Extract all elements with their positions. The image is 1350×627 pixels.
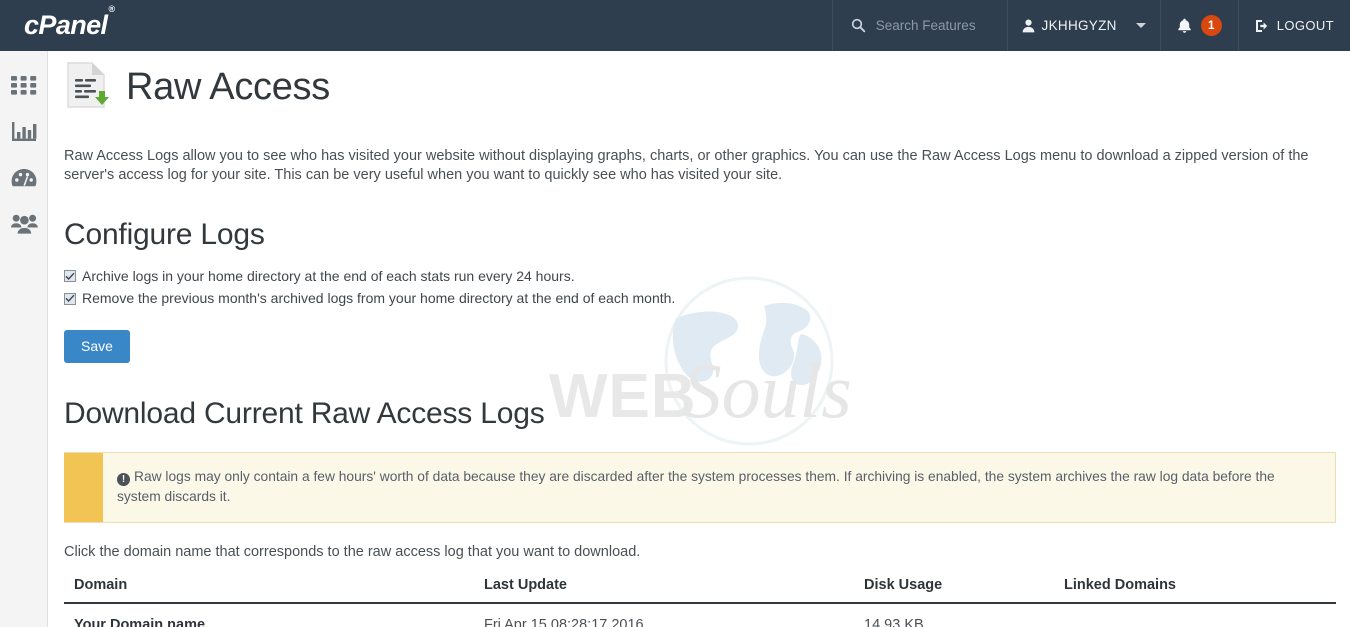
page-intro-text: Raw Access Logs allow you to see who has… bbox=[64, 148, 1309, 183]
column-header-domain: Domain bbox=[64, 576, 474, 604]
sidebar-item-home[interactable] bbox=[0, 65, 48, 111]
configure-logs-options: Archive logs in your home directory at t… bbox=[64, 265, 1336, 310]
search-icon bbox=[851, 18, 866, 33]
cell-last-update: Fri Apr 15 08:28:17 2016 bbox=[484, 616, 644, 627]
cell-linked-domains bbox=[1054, 603, 1336, 627]
download-logs-heading: Download Current Raw Access Logs bbox=[64, 396, 545, 430]
logout-icon bbox=[1255, 19, 1270, 33]
archive-logs-checkbox[interactable] bbox=[64, 270, 76, 283]
archive-logs-label: Archive logs in your home directory at t… bbox=[82, 268, 575, 285]
apps-grid-icon bbox=[11, 76, 37, 100]
notifications-menu[interactable]: 1 bbox=[1159, 0, 1238, 51]
raw-logs-warning-callout: ! Raw logs may only contain a few hours' … bbox=[64, 451, 1336, 523]
remove-previous-month-option-row[interactable]: Remove the previous month's archived log… bbox=[64, 287, 1336, 309]
warning-text: Raw logs may only contain a few hours' w… bbox=[117, 468, 1275, 504]
logo-text: cPanel bbox=[24, 10, 108, 40]
exclamation-circle-icon: ! bbox=[117, 472, 130, 486]
raw-access-document-download-icon bbox=[64, 61, 110, 114]
logo-registered-mark: ® bbox=[108, 4, 115, 14]
archive-logs-option-row[interactable]: Archive logs in your home directory at t… bbox=[64, 265, 1336, 287]
user-icon bbox=[1022, 19, 1035, 33]
main-content: WEBSouls Raw Access Raw Access Logs allo… bbox=[49, 51, 1350, 627]
user-menu[interactable]: JKHHGYZN bbox=[1006, 0, 1160, 51]
chevron-down-icon[interactable] bbox=[1135, 23, 1146, 28]
configure-logs-heading: Configure Logs bbox=[64, 218, 265, 252]
search-input[interactable]: Search Features bbox=[876, 18, 976, 33]
page-title: Raw Access bbox=[126, 66, 330, 108]
search-features-box[interactable]: Search Features bbox=[831, 0, 1007, 51]
cell-disk-usage: 14.93 KB bbox=[864, 616, 924, 627]
save-button[interactable]: Save bbox=[64, 329, 130, 363]
cpanel-logo[interactable]: cPanel® bbox=[0, 0, 832, 51]
notification-count-badge: 1 bbox=[1200, 15, 1222, 36]
logout-label: LOGOUT bbox=[1276, 18, 1334, 33]
column-header-last-update: Last Update bbox=[474, 576, 854, 604]
warning-accent-bar bbox=[64, 452, 103, 522]
remove-previous-month-checkbox[interactable] bbox=[64, 292, 76, 305]
sidebar-item-statistics[interactable] bbox=[0, 111, 48, 157]
logout-button[interactable]: LOGOUT bbox=[1237, 0, 1350, 51]
cell-domain-name[interactable]: Your Domain name bbox=[64, 603, 474, 627]
users-icon bbox=[10, 213, 38, 239]
sidebar-item-user-manager[interactable] bbox=[0, 203, 48, 249]
table-row[interactable]: Your Domain name Fri Apr 15 08:28:17 201… bbox=[64, 603, 1336, 627]
raw-access-logs-table: Domain Last Update Disk Usage Linked Dom… bbox=[64, 576, 1336, 627]
gauge-icon bbox=[11, 168, 37, 193]
bar-chart-icon bbox=[11, 120, 37, 148]
remove-previous-month-label: Remove the previous month's archived log… bbox=[82, 290, 676, 307]
warning-body: ! Raw logs may only contain a few hours' … bbox=[103, 453, 1335, 522]
left-sidebar bbox=[0, 51, 48, 627]
sidebar-item-dashboard[interactable] bbox=[0, 157, 48, 203]
page-header: Raw Access bbox=[64, 51, 1336, 114]
table-instruction-text: Click the domain name that corresponds t… bbox=[64, 543, 641, 560]
top-header-bar: cPanel® Search Features JKHHGYZN 1 LOGOU… bbox=[0, 0, 1350, 51]
column-header-linked-domains: Linked Domains bbox=[1054, 576, 1336, 604]
user-name: JKHHGYZN bbox=[1041, 18, 1117, 33]
table-header-row: Domain Last Update Disk Usage Linked Dom… bbox=[64, 576, 1336, 604]
bell-icon bbox=[1177, 18, 1192, 34]
column-header-disk-usage: Disk Usage bbox=[854, 576, 1054, 604]
